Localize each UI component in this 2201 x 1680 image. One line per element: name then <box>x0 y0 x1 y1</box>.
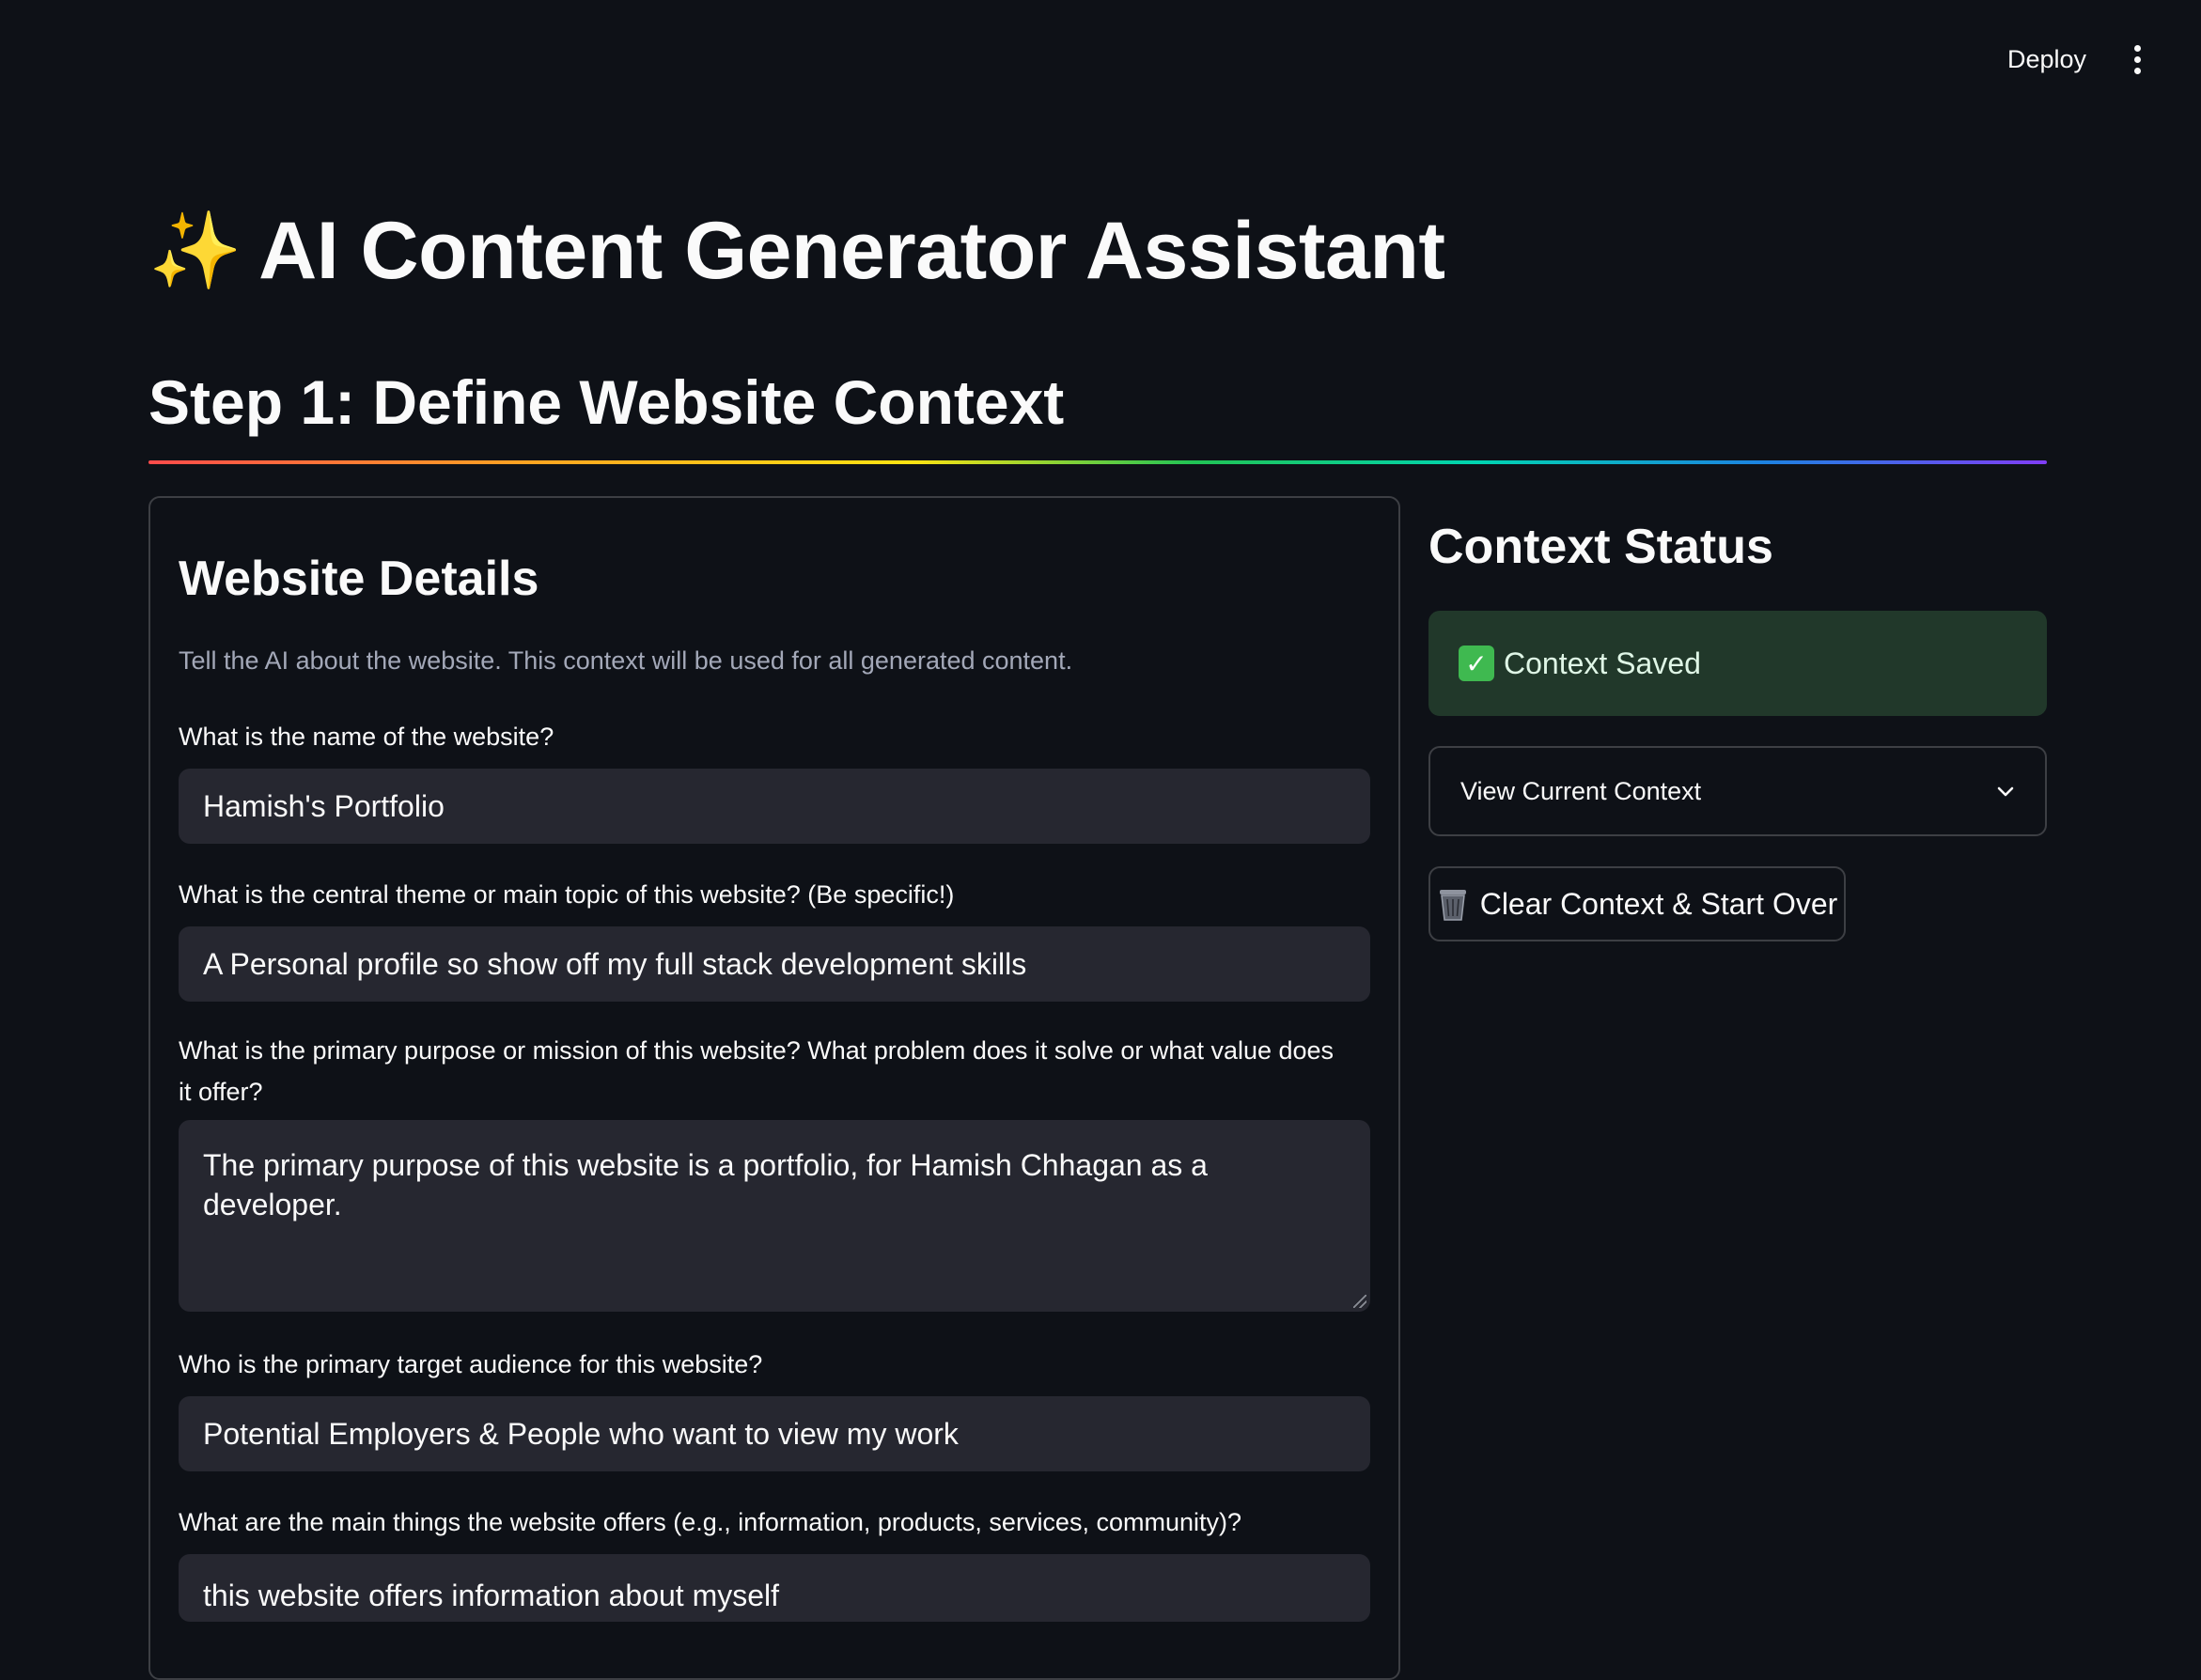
menu-dot <box>2133 67 2141 74</box>
card-caption: Tell the AI about the website. This cont… <box>179 646 1073 675</box>
website-purpose-text: The primary purpose of this website is a… <box>203 1148 1208 1221</box>
menu-dot <box>2133 44 2141 52</box>
clear-context-button[interactable]: Clear Context & Start Over <box>1428 866 1846 941</box>
target-audience-label: Who is the primary target audience for t… <box>179 1350 763 1378</box>
top-bar: Deploy <box>0 0 2201 117</box>
rainbow-divider <box>148 460 2047 464</box>
website-theme-input[interactable]: A Personal profile so show off my full s… <box>179 926 1370 1002</box>
website-purpose-textarea[interactable]: The primary purpose of this website is a… <box>179 1120 1370 1312</box>
website-name-label: What is the name of the website? <box>179 723 554 751</box>
context-saved-alert: ✓ Context Saved <box>1428 611 2047 716</box>
website-purpose-label: What is the primary purpose or mission o… <box>179 1036 1335 1106</box>
offerings-label: What are the main things the website off… <box>179 1508 1241 1536</box>
context-saved-text: Context Saved <box>1504 646 1701 680</box>
offerings-input[interactable]: this website offers information about my… <box>179 1554 1370 1622</box>
target-audience-input[interactable]: Potential Employers & People who want to… <box>179 1396 1370 1471</box>
trash-can-icon <box>1437 886 1469 922</box>
check-mark-icon: ✓ <box>1459 646 1494 681</box>
page-title-text: AI Content Generator Assistant <box>258 206 1445 296</box>
page-title: ✨ AI Content Generator Assistant <box>148 207 1445 296</box>
clear-context-label: Clear Context & Start Over <box>1479 886 1838 921</box>
card-title: Website Details <box>179 552 539 606</box>
kebab-menu-icon[interactable] <box>2116 34 2158 85</box>
expander-label: View Current Context <box>1460 776 1702 805</box>
menu-dot <box>2133 55 2141 63</box>
chevron-down-icon <box>1994 780 2017 802</box>
website-theme-label: What is the central theme or main topic … <box>179 880 955 909</box>
deploy-button[interactable]: Deploy <box>1990 34 2103 85</box>
view-current-context-expander[interactable]: View Current Context <box>1428 746 2047 836</box>
sparkles-icon: ✨ <box>148 209 242 293</box>
website-name-input[interactable]: Hamish's Portfolio <box>179 769 1370 844</box>
context-status-title: Context Status <box>1428 520 1773 574</box>
resize-handle-icon[interactable] <box>1353 1295 1366 1308</box>
step-title: Step 1: Define Website Context <box>148 367 1065 437</box>
website-details-card: Website Details Tell the AI about the we… <box>148 496 1400 1680</box>
